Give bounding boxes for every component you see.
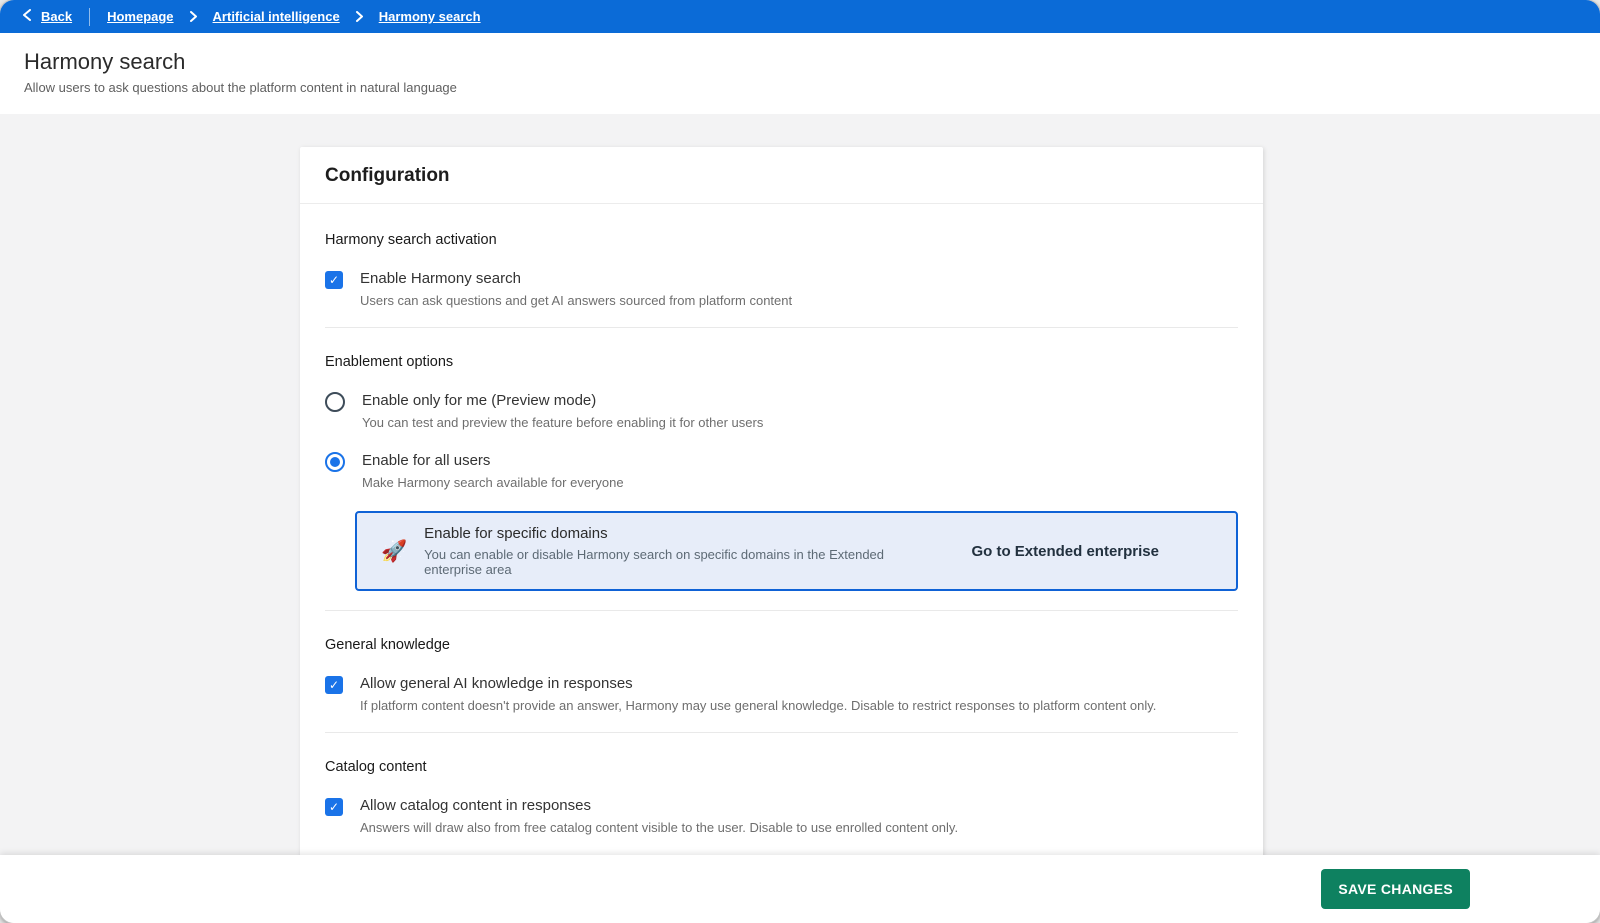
section-title-activation: Harmony search activation bbox=[325, 232, 1238, 248]
catalog-content-checkbox[interactable]: ✓ bbox=[325, 798, 343, 816]
card-body: Harmony search activation ✓ Enable Harmo… bbox=[300, 204, 1263, 855]
option-description: Answers will draw also from free catalog… bbox=[360, 820, 1238, 835]
banner-description: You can enable or disable Harmony search… bbox=[424, 547, 934, 577]
rocket-icon: 🚀 bbox=[381, 541, 407, 562]
page-header: Harmony search Allow users to ask questi… bbox=[0, 33, 1600, 114]
go-to-extended-enterprise-link[interactable]: Go to Extended enterprise bbox=[951, 543, 1214, 560]
option-row-all-users: Enable for all users Make Harmony search… bbox=[325, 452, 1238, 490]
section-title-catalog-content: Catalog content bbox=[325, 759, 1238, 775]
content-area: Configuration Harmony search activation … bbox=[0, 114, 1600, 855]
section-divider bbox=[325, 732, 1238, 733]
breadcrumb: Homepage Artificial intelligence Harmony… bbox=[107, 9, 481, 24]
option-label[interactable]: Allow catalog content in responses bbox=[360, 797, 1238, 814]
back-label: Back bbox=[41, 9, 72, 24]
option-description: Make Harmony search available for everyo… bbox=[362, 475, 1238, 490]
preview-mode-radio[interactable] bbox=[325, 392, 345, 412]
specific-domains-banner: 🚀 Enable for specific domains You can en… bbox=[355, 511, 1238, 591]
back-button[interactable]: Back bbox=[22, 9, 72, 24]
topbar-divider bbox=[89, 8, 90, 26]
option-row-enable-harmony: ✓ Enable Harmony search Users can ask qu… bbox=[325, 270, 1238, 308]
option-description: Users can ask questions and get AI answe… bbox=[360, 293, 1238, 308]
option-row-general-knowledge: ✓ Allow general AI knowledge in response… bbox=[325, 675, 1238, 713]
check-icon: ✓ bbox=[329, 678, 339, 692]
page-title: Harmony search bbox=[24, 49, 1576, 75]
configuration-card: Configuration Harmony search activation … bbox=[300, 147, 1263, 855]
app-window: Back Homepage Artificial intelligence Ha… bbox=[0, 0, 1600, 923]
chevron-left-icon bbox=[22, 9, 33, 24]
enable-harmony-search-checkbox[interactable]: ✓ bbox=[325, 271, 343, 289]
check-icon: ✓ bbox=[329, 800, 339, 814]
save-changes-button[interactable]: SAVE CHANGES bbox=[1321, 869, 1470, 909]
section-divider bbox=[325, 327, 1238, 328]
section-title-general-knowledge: General knowledge bbox=[325, 637, 1238, 653]
section-divider bbox=[325, 610, 1238, 611]
option-description: You can test and preview the feature bef… bbox=[362, 415, 1238, 430]
breadcrumb-link-artificial-intelligence[interactable]: Artificial intelligence bbox=[213, 9, 340, 24]
card-header: Configuration bbox=[300, 147, 1263, 204]
banner-title: Enable for specific domains bbox=[424, 525, 934, 542]
option-label[interactable]: Enable for all users bbox=[362, 452, 1238, 469]
option-row-catalog-content: ✓ Allow catalog content in responses Ans… bbox=[325, 797, 1238, 835]
card-title: Configuration bbox=[325, 165, 1238, 187]
check-icon: ✓ bbox=[329, 273, 339, 287]
chevron-right-icon bbox=[355, 11, 364, 22]
page-subtitle: Allow users to ask questions about the p… bbox=[24, 80, 1576, 95]
breadcrumb-current[interactable]: Harmony search bbox=[379, 9, 481, 24]
option-label[interactable]: Enable only for me (Preview mode) bbox=[362, 392, 1238, 409]
footer-bar: SAVE CHANGES bbox=[0, 855, 1600, 923]
option-description: If platform content doesn't provide an a… bbox=[360, 698, 1238, 713]
breadcrumb-link-homepage[interactable]: Homepage bbox=[107, 9, 173, 24]
all-users-radio[interactable] bbox=[325, 452, 345, 472]
option-row-preview-mode: Enable only for me (Preview mode) You ca… bbox=[325, 392, 1238, 430]
topbar: Back Homepage Artificial intelligence Ha… bbox=[0, 0, 1600, 33]
option-label[interactable]: Allow general AI knowledge in responses bbox=[360, 675, 1238, 692]
option-label[interactable]: Enable Harmony search bbox=[360, 270, 1238, 287]
general-knowledge-checkbox[interactable]: ✓ bbox=[325, 676, 343, 694]
chevron-right-icon bbox=[189, 11, 198, 22]
section-title-enablement: Enablement options bbox=[325, 354, 1238, 370]
